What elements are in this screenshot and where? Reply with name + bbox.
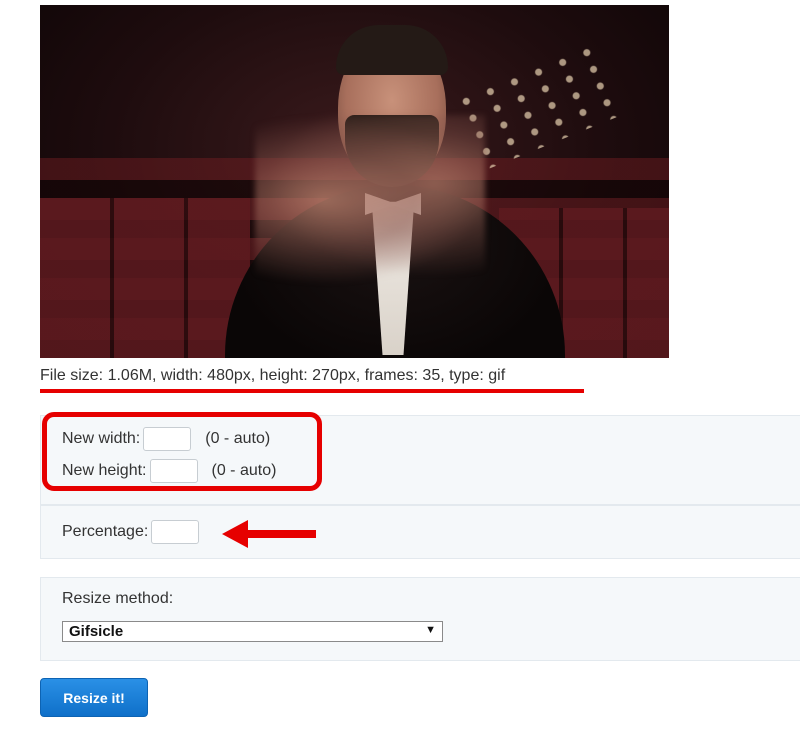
page: File size: 1.06M, width: 480px, height: … xyxy=(0,0,800,749)
resize-method-label: Resize method: xyxy=(62,590,174,607)
gif-preview-image xyxy=(40,5,669,358)
percentage-input[interactable] xyxy=(151,520,200,544)
width-row: New width: (0 - auto) xyxy=(62,427,270,451)
resize-method-selected: Gifsicle xyxy=(69,623,124,640)
height-label: New height: xyxy=(62,462,147,479)
file-info-text: File size: 1.06M, width: 480px, height: … xyxy=(40,367,506,384)
width-hint: (0 - auto) xyxy=(205,430,271,447)
resize-method-select[interactable]: Gifsicle ▼ xyxy=(62,621,443,642)
chevron-down-icon: ▼ xyxy=(425,624,436,636)
percentage-label: Percentage: xyxy=(62,523,149,540)
width-input[interactable] xyxy=(143,427,192,451)
percentage-row: Percentage: xyxy=(62,520,200,544)
height-hint: (0 - auto) xyxy=(211,462,277,479)
height-row: New height: (0 - auto) xyxy=(62,459,276,483)
height-input[interactable] xyxy=(149,459,198,483)
file-info-underline-annotation xyxy=(40,389,584,393)
width-label: New width: xyxy=(62,430,141,447)
resize-button[interactable]: Resize it! xyxy=(40,678,148,717)
